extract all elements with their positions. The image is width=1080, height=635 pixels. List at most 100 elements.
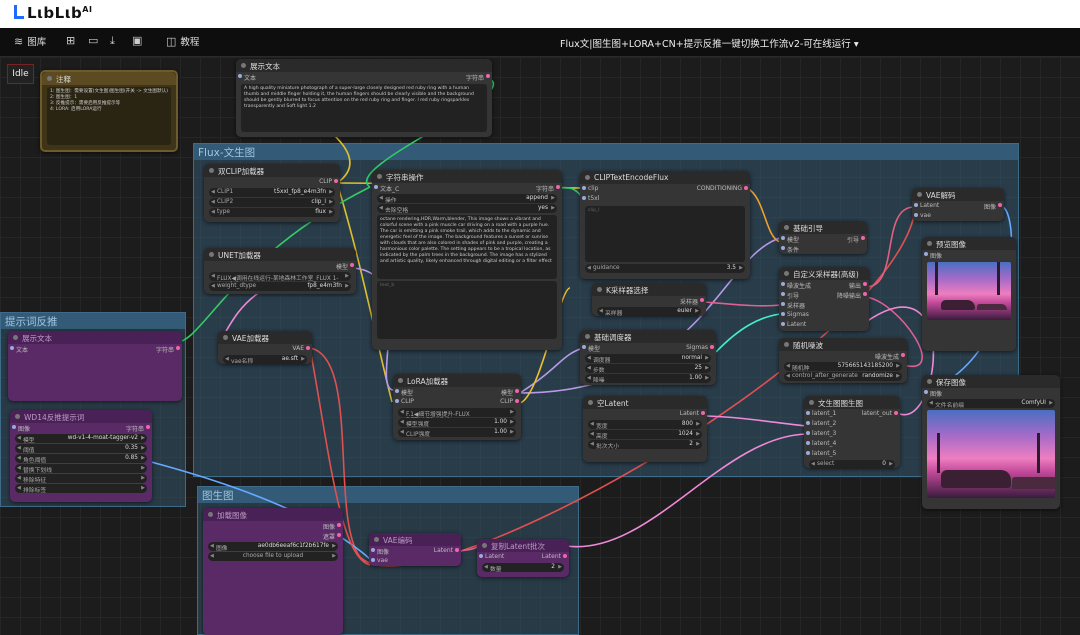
- node-canvas[interactable]: Idle Flux-文生图 提示词反推 图生图 注释 1: 图生图：需要设置(文…: [0, 57, 1080, 635]
- guidance-widget[interactable]: guidance3.5: [585, 264, 745, 273]
- vae-name-widget[interactable]: vae名称ae.sft: [223, 355, 307, 365]
- lora-loader-node[interactable]: LoRA加载器 模型 模型 CLIP CLIP F.1◀细节增强提升-FLUX DE…: [393, 374, 521, 440]
- image-input-slot[interactable]: 图像: [11, 424, 30, 433]
- conditioning-input-slot[interactable]: 条件: [780, 245, 799, 254]
- model-input-slot[interactable]: 模型: [394, 388, 413, 397]
- new-workflow-button[interactable]: ⊞: [66, 34, 79, 47]
- vae-output-slot[interactable]: VAE: [292, 345, 310, 352]
- trailing-comma-widget[interactable]: 移除特征: [15, 474, 147, 484]
- guider-input-slot[interactable]: 引导: [780, 291, 799, 300]
- image-output-slot[interactable]: 图像: [323, 522, 342, 531]
- mask-output-slot[interactable]: 遮罩: [323, 532, 342, 541]
- upload-button[interactable]: choose file to upload: [208, 552, 338, 561]
- string-b-text[interactable]: text_b: [377, 281, 557, 339]
- filename-prefix-widget[interactable]: 文件名前缀ComfyUI: [927, 399, 1055, 409]
- model-widget[interactable]: 模型wd-v1-4-moat-tagger-v2: [15, 434, 147, 444]
- show-text-content[interactable]: A high quality miniature photograph of a…: [241, 84, 487, 132]
- image-input-slot[interactable]: 图像: [923, 251, 942, 260]
- lora-name-widget[interactable]: F.1◀细节增强提升-FLUX DETAILER_V1.0: [398, 408, 516, 424]
- clip-input-slot[interactable]: clip: [581, 185, 598, 192]
- threshold-widget[interactable]: 阈值0.35: [15, 444, 147, 454]
- random-noise-node[interactable]: 随机噪波 噪波生成 随机种575665143185200 control_aft…: [779, 338, 907, 383]
- library-button[interactable]: ≋ 图库: [14, 34, 46, 48]
- unet-loader-node[interactable]: UNET加载器 模型 FLUX◀调用在线运行-某地森林工作室_FLUX 1-de…: [204, 248, 356, 294]
- workflow-title-dropdown[interactable]: Flux文|图生图+LORA+CN+提示反推一键切换工作流v2-可在线运行 ▾: [560, 36, 859, 50]
- ksampler-select-node[interactable]: K采样器选择 采样器 采样器euler: [592, 283, 706, 317]
- latent-input-slot[interactable]: Latent: [478, 553, 504, 560]
- vae-encode-node[interactable]: VAE编码 图像 Latent vae: [369, 533, 461, 566]
- image-file-widget[interactable]: 图像ae0db6eeaf6c1f2b617fe: [208, 542, 338, 552]
- custom-sampler-advanced-node[interactable]: 自定义采样器(高级) 噪波生成 输出 引导 降噪输出 采样器 Sigmas Late…: [779, 267, 869, 331]
- sigmas-output-slot[interactable]: Sigmas: [686, 344, 714, 351]
- denoise-widget[interactable]: 降噪1.00: [585, 374, 711, 384]
- width-widget[interactable]: 宽度800: [588, 420, 702, 430]
- string-a-text[interactable]: octane rendering,HDR,Warm,blender, This …: [377, 215, 557, 279]
- clip-l-text[interactable]: clip_l: [585, 206, 745, 262]
- input-slot[interactable]: 文本_C: [373, 184, 399, 193]
- liblib-logo[interactable]: LιbLιbAI: [14, 4, 92, 22]
- model-output-slot[interactable]: 模型: [336, 262, 355, 271]
- noise-input-slot[interactable]: 噪波生成: [780, 281, 811, 290]
- seed-widget[interactable]: 随机种575665143185200: [784, 362, 902, 372]
- vae-loader-node[interactable]: VAE加载器 VAE vae名称ae.sft: [218, 331, 312, 365]
- preview-image-node[interactable]: 预览图像 图像: [922, 237, 1016, 351]
- string-operation-node[interactable]: 字符串操作 文本_C 字符串 操作append 去除空格yes octane re…: [372, 170, 562, 350]
- output-slot[interactable]: 输出: [849, 281, 868, 290]
- weight-dtype-widget[interactable]: weight_dtypefp8_e4m3fn: [209, 282, 351, 291]
- preview-image[interactable]: [927, 262, 1011, 320]
- clip-text-encode-flux-node[interactable]: CLIPTextEncodeFlux clip CONDITIONING t5xl…: [580, 171, 750, 279]
- save-button[interactable]: ▣: [132, 34, 146, 47]
- scheduler-widget[interactable]: 调度器normal: [585, 354, 711, 364]
- operation-widget[interactable]: 操作append: [377, 194, 557, 204]
- exclude-tags-widget[interactable]: 排除标签: [15, 484, 147, 494]
- string-output-slot[interactable]: 字符串: [126, 424, 151, 433]
- download-button[interactable]: ⤓: [110, 34, 119, 48]
- clip-output-slot[interactable]: CLIP: [500, 398, 519, 405]
- vae-input-slot[interactable]: vae: [914, 212, 931, 219]
- input-slot[interactable]: 文本: [9, 345, 28, 354]
- batch-size-widget[interactable]: 批次大小2: [588, 440, 702, 450]
- latent-out-slot[interactable]: latent_out: [862, 410, 899, 417]
- latent-1-slot[interactable]: latent_1: [805, 410, 836, 417]
- empty-latent-node[interactable]: 空Latent Latent 宽度800 高度1024 批次大小2: [583, 396, 707, 462]
- saved-image-preview[interactable]: [927, 410, 1055, 498]
- show-text-node[interactable]: 展示文本 文本 字符串 A high quality miniature phot…: [236, 59, 492, 137]
- clip-input-slot[interactable]: CLIP: [395, 398, 414, 405]
- guider-output-slot[interactable]: 引导: [847, 235, 866, 244]
- repeat-latent-batch-node[interactable]: 复制Latent批次 Latent Latent 数量2: [477, 539, 569, 577]
- model-output-slot[interactable]: 模型: [501, 388, 520, 397]
- load-image-node[interactable]: 加载图像 图像 遮罩 图像ae0db6eeaf6c1f2b617fe choos…: [203, 508, 343, 635]
- output-slot[interactable]: CLIP: [319, 178, 338, 185]
- model-strength-widget[interactable]: 模型强度1.00: [398, 418, 516, 428]
- dual-clip-loader-node[interactable]: 双CLIP加载器 CLIP CLIP1t5xxl_fp8_e4m3fn CLIP…: [204, 164, 340, 222]
- latent-3-slot[interactable]: latent_3: [805, 430, 836, 437]
- image-output-slot[interactable]: 图像: [984, 202, 1003, 211]
- height-widget[interactable]: 高度1024: [588, 430, 702, 440]
- strip-widget[interactable]: 去除空格yes: [377, 204, 557, 214]
- clip1-widget[interactable]: CLIP1t5xxl_fp8_e4m3fn: [209, 188, 335, 197]
- image-input-slot[interactable]: 图像: [923, 389, 942, 398]
- save-image-node[interactable]: 保存图像 图像 文件名前缀ComfyUI: [922, 375, 1060, 509]
- basic-guider-node[interactable]: 基础引导 模型 引导 条件: [779, 221, 867, 254]
- steps-widget[interactable]: 步数25: [585, 364, 711, 374]
- type-widget[interactable]: typeflux: [209, 208, 335, 217]
- clip2-widget[interactable]: CLIP2clip_l: [209, 198, 335, 207]
- t5xl-input-slot[interactable]: t5xl: [581, 195, 599, 202]
- select-widget[interactable]: select0: [809, 460, 895, 469]
- prompt-show-text-node[interactable]: 展示文本 文本 字符串: [8, 331, 182, 401]
- replace-underscore-widget[interactable]: 替换下划线: [15, 464, 147, 474]
- unet-name-widget[interactable]: FLUX◀调用在线运行-某地森林工作室_FLUX 1-dev-fp8: [209, 272, 351, 288]
- sampler-input-slot[interactable]: 采样器: [780, 301, 805, 310]
- latent-4-slot[interactable]: latent_4: [805, 440, 836, 447]
- amount-widget[interactable]: 数量2: [482, 563, 564, 573]
- model-input-slot[interactable]: 模型: [581, 344, 600, 353]
- character-threshold-widget[interactable]: 角色阈值0.85: [15, 454, 147, 464]
- note-node[interactable]: 注释 1: 图生图：需要设置(文生图)图生图(开关 -> 文生图默认) 2: 图…: [40, 70, 178, 152]
- model-input-slot[interactable]: 模型: [780, 235, 799, 244]
- sampler-output-slot[interactable]: 采样器: [680, 297, 705, 306]
- sampler-name-widget[interactable]: 采样器euler: [597, 307, 701, 317]
- latent-input-slot[interactable]: Latent: [913, 202, 939, 209]
- vae-decode-node[interactable]: VAE解码 Latent 图像 vae: [912, 188, 1004, 221]
- open-folder-button[interactable]: ▭: [88, 34, 102, 47]
- clip-strength-widget[interactable]: CLIP强度1.00: [398, 428, 516, 438]
